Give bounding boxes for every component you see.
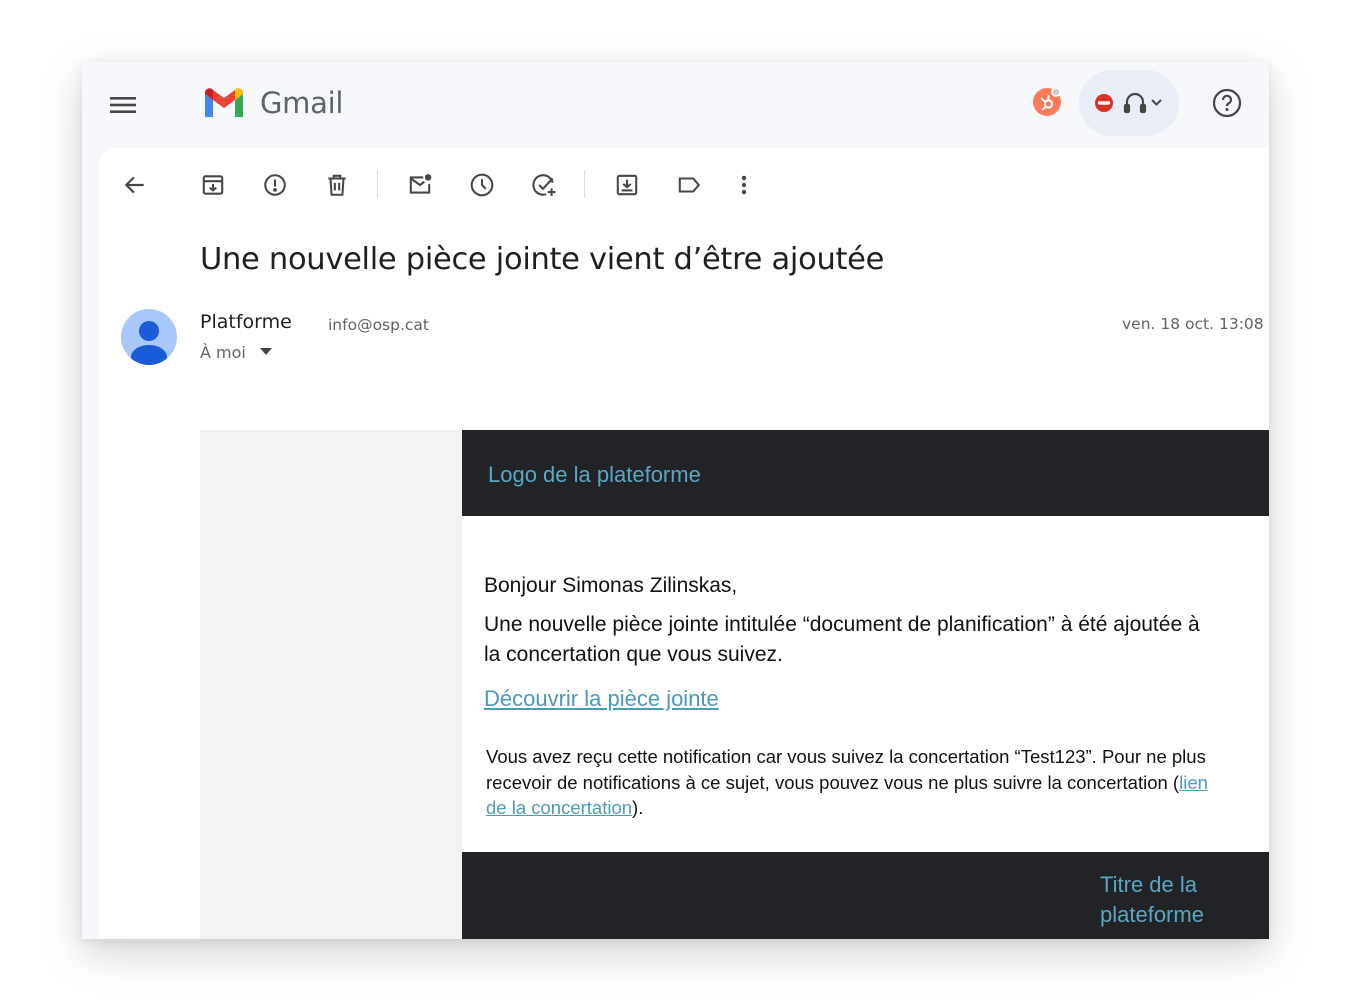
- archive-icon[interactable]: [196, 168, 230, 202]
- toolbar-divider: [584, 170, 585, 198]
- back-arrow-icon[interactable]: [118, 168, 152, 202]
- caret-down-icon: [259, 348, 272, 355]
- more-vert-icon[interactable]: [727, 168, 761, 202]
- do-not-disturb-icon: [1095, 94, 1113, 112]
- sender-email: info@osp.cat: [328, 316, 429, 334]
- discover-attachment-link[interactable]: Découvrir la pièce jointe: [484, 686, 719, 712]
- email-left-gutter: [200, 430, 462, 939]
- email-footer-banner: Titre de la plateforme: [462, 852, 1269, 939]
- email-subject: Une nouvelle pièce jointe vient d’être a…: [200, 242, 885, 277]
- hubspot-icon[interactable]: [1032, 87, 1062, 117]
- help-icon[interactable]: [1212, 88, 1242, 118]
- delete-icon[interactable]: [320, 168, 354, 202]
- label-icon[interactable]: [672, 168, 706, 202]
- recipient-dropdown[interactable]: À moi: [200, 343, 272, 362]
- chevron-down-icon: [1151, 99, 1162, 106]
- email-header-banner: Logo de la plateforme: [462, 430, 1269, 516]
- status-pill[interactable]: [1079, 70, 1179, 136]
- notice-text: Vous avez reçu cette notification car vo…: [486, 746, 1206, 793]
- sender-avatar[interactable]: [121, 309, 177, 365]
- toolbar-divider: [377, 170, 378, 198]
- add-task-icon[interactable]: [527, 168, 561, 202]
- recipient-label: À moi: [200, 343, 246, 362]
- menu-icon[interactable]: [108, 90, 138, 120]
- notification-notice: Vous avez reçu cette notification car vo…: [486, 744, 1231, 821]
- gmail-logo[interactable]: [202, 86, 246, 120]
- gmail-window: Gmail Une nouvelle pièce jointe vient d’…: [82, 62, 1269, 939]
- gmail-wordmark: Gmail: [260, 86, 344, 120]
- report-spam-icon[interactable]: [258, 168, 292, 202]
- move-to-icon[interactable]: [610, 168, 644, 202]
- notice-text-end: ).: [632, 797, 644, 818]
- message-panel: Une nouvelle pièce jointe vient d’être a…: [99, 148, 1269, 939]
- platform-title: Titre de la plateforme: [1100, 872, 1204, 927]
- platform-logo-text: Logo de la plateforme: [488, 462, 701, 487]
- sender-name[interactable]: Platforme: [200, 311, 292, 333]
- mark-unread-icon[interactable]: [403, 168, 437, 202]
- snooze-icon[interactable]: [465, 168, 499, 202]
- email-content: Bonjour Simonas Zilinskas, Une nouvelle …: [462, 516, 1269, 852]
- email-message: Une nouvelle pièce jointe intitulée “doc…: [484, 613, 1200, 666]
- headset-icon: [1123, 92, 1147, 114]
- email-greeting: Bonjour Simonas Zilinskas,: [484, 574, 738, 597]
- email-date: ven. 18 oct. 13:08 (: [1122, 315, 1269, 333]
- top-bar: Gmail: [82, 62, 1269, 148]
